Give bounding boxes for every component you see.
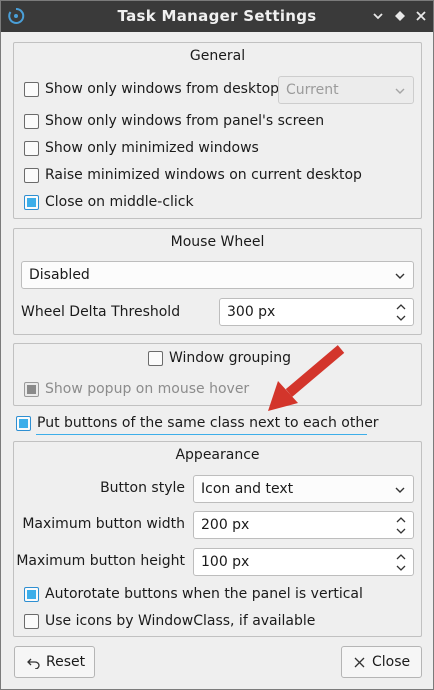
spin-arrows-icon[interactable]	[395, 302, 407, 323]
grouping-group: Window grouping Show popup on mouse hove…	[13, 343, 422, 406]
chevron-down-icon	[395, 88, 405, 94]
show-only-minimized-label: Show only minimized windows	[45, 140, 259, 156]
max-button-width-spinbox[interactable]: 200 px	[193, 511, 414, 539]
show-only-panel-screen-checkbox[interactable]	[24, 114, 39, 129]
autorotate-label: Autorotate buttons when the panel is ver…	[45, 586, 363, 602]
close-button[interactable]: Close	[341, 646, 422, 678]
reset-button-label: Reset	[46, 654, 86, 670]
raise-minimized-checkbox[interactable]	[24, 168, 39, 183]
maximize-icon[interactable]	[391, 7, 409, 25]
close-icon[interactable]	[412, 7, 430, 25]
raise-minimized-label: Raise minimized windows on current deskt…	[45, 167, 362, 183]
show-popup-checkbox[interactable]	[24, 382, 39, 397]
close-middle-click-label: Close on middle-click	[45, 194, 194, 210]
mouse-wheel-mode-value: Disabled	[29, 267, 90, 283]
autorotate-checkbox[interactable]	[24, 587, 39, 602]
button-style-label: Button style	[100, 480, 185, 496]
appearance-group: Appearance Button style Icon and text Ma…	[13, 441, 422, 637]
max-button-height-value: 100 px	[201, 554, 250, 570]
wheel-delta-threshold-label: Wheel Delta Threshold	[21, 304, 181, 320]
window-grouping-checkbox[interactable]	[148, 351, 163, 366]
desktop-select[interactable]: Current	[278, 76, 414, 104]
mouse-wheel-group-title: Mouse Wheel	[170, 234, 265, 250]
max-button-width-value: 200 px	[201, 517, 250, 533]
button-style-value: Icon and text	[201, 481, 294, 497]
undo-icon	[27, 658, 40, 669]
general-group-title: General	[189, 48, 246, 64]
mouse-wheel-group: Mouse Wheel Disabled Wheel Delta Thresho…	[13, 228, 422, 335]
chevron-down-icon	[395, 273, 405, 279]
spin-arrows-icon[interactable]	[395, 552, 407, 573]
wheel-delta-threshold-spinbox[interactable]: 300 px	[219, 298, 414, 326]
focus-underline	[36, 434, 367, 435]
show-popup-label: Show popup on mouse hover	[45, 381, 250, 397]
task-manager-settings-window: Task Manager Settings General Show only …	[0, 0, 434, 690]
minimize-icon[interactable]	[369, 7, 387, 25]
max-button-width-label: Maximum button width	[22, 516, 185, 532]
wheel-delta-threshold-value: 300 px	[227, 304, 276, 320]
chevron-down-icon	[395, 487, 405, 493]
desktop-select-value: Current	[286, 82, 339, 98]
close-x-icon	[354, 657, 365, 668]
show-only-panel-screen-label: Show only windows from panel's screen	[45, 113, 325, 129]
show-only-desktop-label: Show only windows from desktop	[45, 81, 280, 97]
reset-button[interactable]: Reset	[14, 646, 95, 678]
max-button-height-spinbox[interactable]: 100 px	[193, 548, 414, 576]
put-buttons-checkbox[interactable]	[16, 416, 31, 431]
appearance-group-title: Appearance	[175, 447, 260, 463]
close-middle-click-checkbox[interactable]	[24, 195, 39, 210]
show-only-desktop-checkbox[interactable]	[24, 82, 39, 97]
show-only-minimized-checkbox[interactable]	[24, 141, 39, 156]
annotation-arrow-icon	[268, 345, 345, 411]
use-icons-checkbox[interactable]	[24, 614, 39, 629]
close-button-label: Close	[372, 654, 411, 670]
max-button-height-label: Maximum button height	[16, 553, 185, 569]
button-style-select[interactable]: Icon and text	[193, 475, 414, 503]
title-bar[interactable]: Task Manager Settings	[1, 1, 433, 32]
use-icons-label: Use icons by WindowClass, if available	[45, 613, 316, 629]
mouse-wheel-mode-select[interactable]: Disabled	[21, 261, 414, 289]
general-group: General Show only windows from desktop C…	[13, 42, 422, 219]
spin-arrows-icon[interactable]	[395, 515, 407, 536]
